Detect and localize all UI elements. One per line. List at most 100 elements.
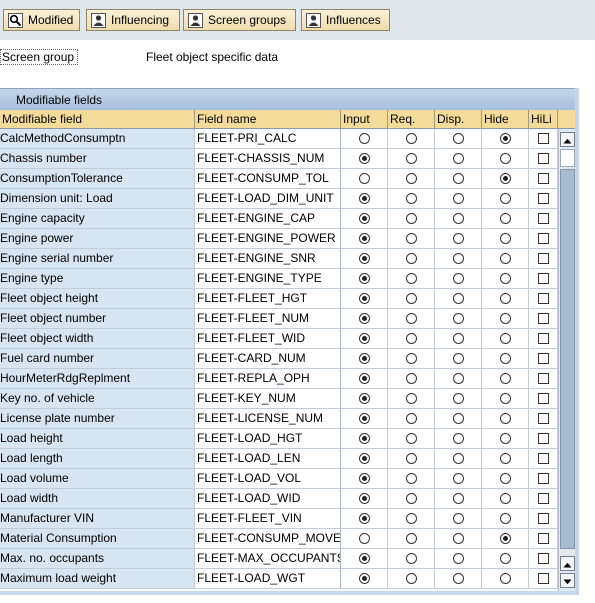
hide-radio[interactable] [499,493,511,504]
hili-checkbox[interactable] [537,173,549,184]
disp-radio[interactable] [452,133,464,144]
hili-checkbox[interactable] [537,573,549,584]
hili-checkbox[interactable] [537,413,549,424]
hili-checkbox[interactable] [537,273,549,284]
disp-radio[interactable] [452,393,464,404]
hide-radio[interactable] [499,153,511,164]
req-radio[interactable] [405,493,417,504]
req-radio[interactable] [405,453,417,464]
req-radio[interactable] [405,553,417,564]
hide-radio[interactable] [499,293,511,304]
column-header-modifiable-field[interactable]: Modifiable field [0,110,195,128]
req-radio[interactable] [405,193,417,204]
hili-checkbox[interactable] [537,493,549,504]
column-header-field-name[interactable]: Field name [195,110,341,128]
req-radio[interactable] [405,133,417,144]
column-header-hide[interactable]: Hide [482,110,529,128]
input-radio[interactable] [358,233,370,244]
disp-radio[interactable] [452,453,464,464]
disp-radio[interactable] [452,353,464,364]
disp-radio[interactable] [452,373,464,384]
input-radio[interactable] [358,293,370,304]
hide-radio[interactable] [499,513,511,524]
input-radio[interactable] [358,173,370,184]
disp-radio[interactable] [452,193,464,204]
hili-checkbox[interactable] [537,353,549,364]
req-radio[interactable] [405,333,417,344]
input-radio[interactable] [358,373,370,384]
hili-checkbox[interactable] [537,513,549,524]
input-radio[interactable] [358,533,370,544]
hide-radio[interactable] [499,353,511,364]
hili-checkbox[interactable] [537,453,549,464]
req-radio[interactable] [405,173,417,184]
disp-radio[interactable] [452,513,464,524]
input-radio[interactable] [358,493,370,504]
hili-checkbox[interactable] [537,293,549,304]
column-header-hili[interactable]: HiLi [529,110,558,128]
req-radio[interactable] [405,373,417,384]
disp-radio[interactable] [452,333,464,344]
hide-radio[interactable] [499,133,511,144]
req-radio[interactable] [405,473,417,484]
req-radio[interactable] [405,153,417,164]
disp-radio[interactable] [452,213,464,224]
disp-radio[interactable] [452,233,464,244]
input-radio[interactable] [358,193,370,204]
hide-radio[interactable] [499,233,511,244]
hili-checkbox[interactable] [537,533,549,544]
hili-checkbox[interactable] [537,153,549,164]
input-radio[interactable] [358,153,370,164]
input-radio[interactable] [358,273,370,284]
screen-groups-button[interactable]: Screen groups [183,9,296,31]
hili-checkbox[interactable] [537,133,549,144]
hili-checkbox[interactable] [537,553,549,564]
disp-radio[interactable] [452,293,464,304]
hili-checkbox[interactable] [537,473,549,484]
modified-button[interactable]: Modified [3,9,80,31]
hide-radio[interactable] [499,453,511,464]
hili-checkbox[interactable] [537,393,549,404]
input-radio[interactable] [358,573,370,584]
req-radio[interactable] [405,513,417,524]
column-header-disp[interactable]: Disp. [435,110,482,128]
hide-radio[interactable] [499,373,511,384]
hide-radio[interactable] [499,433,511,444]
req-radio[interactable] [405,533,417,544]
hili-checkbox[interactable] [537,433,549,444]
hide-radio[interactable] [499,273,511,284]
disp-radio[interactable] [452,253,464,264]
disp-radio[interactable] [452,533,464,544]
input-radio[interactable] [358,313,370,324]
input-radio[interactable] [358,513,370,524]
hide-radio[interactable] [499,573,511,584]
req-radio[interactable] [405,213,417,224]
req-radio[interactable] [405,253,417,264]
input-radio[interactable] [358,453,370,464]
hide-radio[interactable] [499,533,511,544]
hili-checkbox[interactable] [537,373,549,384]
req-radio[interactable] [405,433,417,444]
input-radio[interactable] [358,473,370,484]
req-radio[interactable] [405,313,417,324]
hili-checkbox[interactable] [537,253,549,264]
hide-radio[interactable] [499,413,511,424]
scroll-down-button[interactable] [560,573,575,588]
hide-radio[interactable] [499,173,511,184]
req-radio[interactable] [405,233,417,244]
req-radio[interactable] [405,393,417,404]
disp-radio[interactable] [452,173,464,184]
hili-checkbox[interactable] [537,333,549,344]
vertical-scrollbar[interactable] [558,129,575,591]
scroll-page-up-button[interactable] [560,556,575,571]
scroll-up-button[interactable] [560,132,575,147]
influencing-button[interactable]: Influencing [86,9,180,31]
hide-radio[interactable] [499,193,511,204]
hili-checkbox[interactable] [537,313,549,324]
req-radio[interactable] [405,353,417,364]
column-header-input[interactable]: Input [341,110,388,128]
input-radio[interactable] [358,553,370,564]
req-radio[interactable] [405,573,417,584]
input-radio[interactable] [358,133,370,144]
req-radio[interactable] [405,273,417,284]
